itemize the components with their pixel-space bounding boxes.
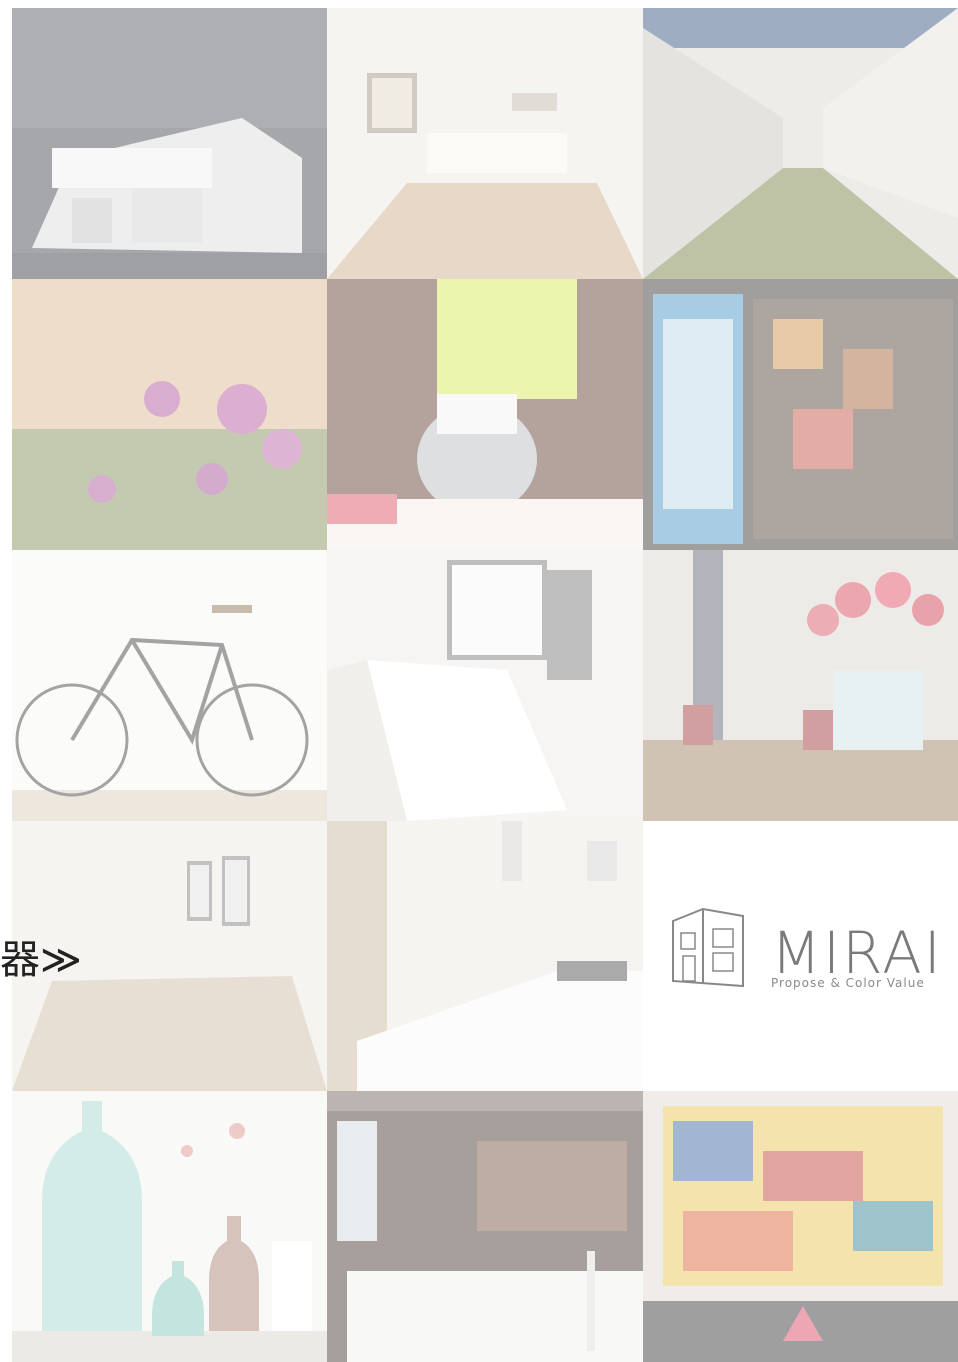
side-heading-text: 器≫ — [0, 937, 82, 983]
gallery-photo-stand-mixer[interactable] — [327, 279, 643, 550]
gallery-photo-pink-flowers[interactable] — [12, 279, 327, 550]
gallery-photo-gerbera[interactable] — [643, 550, 958, 821]
logo-tagline: Propose & Color Value — [771, 976, 925, 990]
mirai-logo-tile[interactable]: MIRAI Propose & Color Value — [643, 821, 958, 1091]
gallery-photo-house-night[interactable] — [12, 8, 327, 279]
gallery-photo-bright-room[interactable] — [327, 8, 643, 279]
gallery-photo-kitchen-ladder[interactable] — [327, 821, 643, 1091]
gallery-photo-abstract-painting[interactable] — [643, 1091, 958, 1362]
gallery-photo-bicycle[interactable] — [12, 550, 327, 821]
gallery-photo-glass-bottles[interactable] — [12, 1091, 327, 1362]
gallery-photo-bathroom[interactable] — [327, 1091, 643, 1362]
gallery-photo-cabinet-shelves[interactable] — [643, 279, 958, 550]
gallery-photo-courtyard[interactable] — [643, 8, 958, 279]
photo-gallery-grid: MIRAI Propose & Color Value — [12, 8, 958, 1362]
gallery-photo-white-kitchen[interactable] — [327, 550, 643, 821]
